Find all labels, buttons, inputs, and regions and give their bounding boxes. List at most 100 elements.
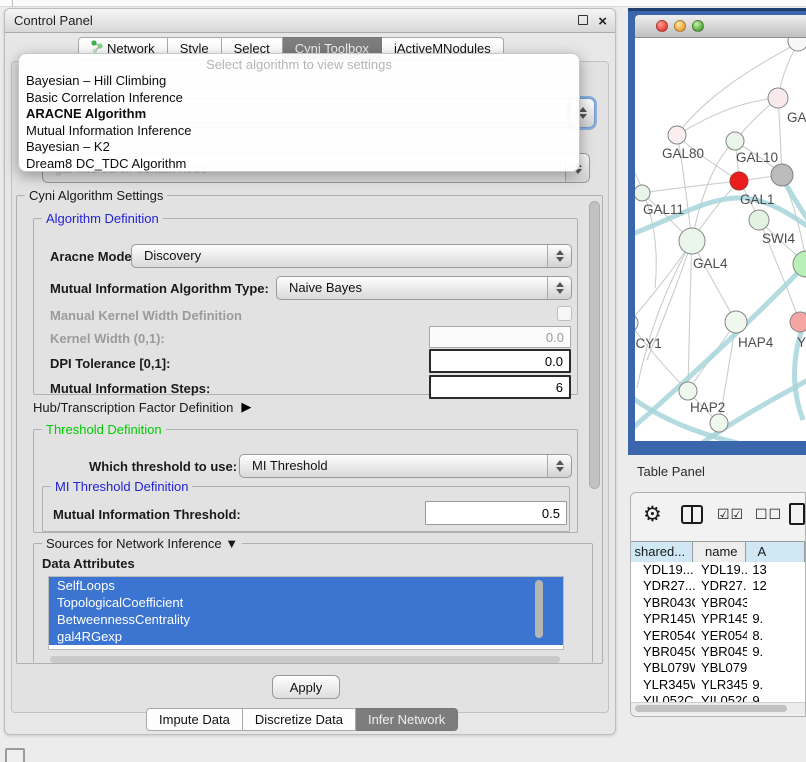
table-cell[interactable]: YBR043C xyxy=(631,595,695,611)
aracne-mode-combobox[interactable]: Discovery xyxy=(131,244,572,268)
table-panel-window: ⚙ ☑☑ ☐☐ shared...nameA YDL19...YDL19...1… xyxy=(630,492,806,717)
network-edge xyxy=(635,323,688,391)
table-cell[interactable]: YIL052C xyxy=(695,693,747,702)
attribute-item[interactable]: SelfLoops xyxy=(49,577,563,594)
table-cell[interactable]: YER054C xyxy=(695,628,747,644)
network-node-gal[interactable] xyxy=(768,88,788,108)
list-hscrollbar-thumb[interactable] xyxy=(50,656,560,663)
algorithm-option[interactable]: Basic Correlation Inference xyxy=(19,90,579,107)
network-node-gal10[interactable] xyxy=(726,132,744,150)
mi-steps-field[interactable] xyxy=(429,375,571,399)
network-node[interactable] xyxy=(771,164,793,186)
table-cell[interactable]: YBR045C xyxy=(695,644,747,660)
table-row[interactable]: YBR043CYBR043C xyxy=(631,595,805,611)
mi-threshold-label: Mutual Information Threshold: xyxy=(53,507,241,522)
table-cell[interactable]: YBL079W xyxy=(695,660,747,676)
table-cell[interactable]: YLR345W xyxy=(631,677,695,693)
table-cell[interactable]: 9 xyxy=(747,693,805,702)
table-row[interactable]: YBR045CYBR045C9. xyxy=(631,644,805,660)
algorithm-option[interactable]: Bayesian – K2 xyxy=(19,139,579,156)
manual-kernel-width-checkbox[interactable] xyxy=(557,306,572,321)
table-cell[interactable] xyxy=(747,595,805,611)
network-node-hap4[interactable] xyxy=(725,311,747,333)
table-cell[interactable]: YDR27... xyxy=(695,578,747,594)
bottom-tab-impute-data[interactable]: Impute Data xyxy=(146,708,243,731)
table-hscrollbar[interactable] xyxy=(631,702,805,714)
network-window-titlebar[interactable] xyxy=(635,15,806,38)
which-threshold-combobox[interactable]: MI Threshold xyxy=(239,454,572,478)
table-cell[interactable]: YBL079W xyxy=(631,660,695,676)
algorithm-option[interactable]: Bayesian – Hill Climbing xyxy=(19,73,579,90)
table-cell[interactable]: YBR045C xyxy=(631,644,695,660)
minimize-window-icon[interactable] xyxy=(674,20,686,32)
gear-icon[interactable]: ⚙ xyxy=(643,502,662,527)
table-cell[interactable]: 8. xyxy=(747,628,805,644)
table-row[interactable]: YER054CYER054C8. xyxy=(631,628,805,644)
table-cell[interactable]: 9. xyxy=(747,611,805,627)
network-node-gcy1[interactable] xyxy=(635,314,638,332)
table-cell[interactable]: YPR145W xyxy=(631,611,695,627)
zoom-window-icon[interactable] xyxy=(692,20,704,32)
table-cell[interactable]: 9. xyxy=(747,677,805,693)
dpi-tolerance-field[interactable] xyxy=(429,349,571,373)
network-node-swi4[interactable] xyxy=(749,210,769,230)
algorithm-option[interactable]: Dream8 DC_TDC Algorithm xyxy=(19,156,579,173)
table-cell[interactable]: 12 xyxy=(747,578,805,594)
bottom-tab-infer-network[interactable]: Infer Network xyxy=(356,708,458,731)
table-cell[interactable]: YLR345W xyxy=(695,677,747,693)
table-cell[interactable] xyxy=(747,660,805,676)
table-cell[interactable]: YBR043C xyxy=(695,595,747,611)
mini-panel-button[interactable] xyxy=(5,748,25,762)
checked-boxes-icon[interactable]: ☑☑ xyxy=(717,506,744,523)
network-node-gal80[interactable] xyxy=(668,126,686,144)
kernel-width-field[interactable] xyxy=(429,326,571,348)
network-node-gal11[interactable] xyxy=(635,185,650,201)
collapse-arrow-icon[interactable]: ▼ xyxy=(225,536,238,551)
table-hscrollbar-thumb[interactable] xyxy=(635,705,787,712)
table-row[interactable]: YDL19...YDL19...13 xyxy=(631,562,805,578)
table-cell[interactable]: YER054C xyxy=(631,628,695,644)
table-row[interactable]: YLR345WYLR345W9. xyxy=(631,677,805,693)
attribute-item[interactable]: TopologicalCoefficient xyxy=(49,594,563,611)
network-node[interactable] xyxy=(710,414,728,432)
table-cell[interactable]: YPR145W xyxy=(695,611,747,627)
table-cell[interactable]: 9. xyxy=(747,644,805,660)
table-cell[interactable]: YDR27... xyxy=(631,578,695,594)
mi-algorithm-type-label: Mutual Information Algorithm Type: xyxy=(50,281,269,296)
attribute-item[interactable]: BetweennessCentrality xyxy=(49,611,563,628)
close-icon[interactable]: × xyxy=(598,10,607,34)
unchecked-boxes-icon[interactable]: ☐☐ xyxy=(755,506,782,523)
column-header-name[interactable]: name xyxy=(693,542,745,563)
column-header-shared...[interactable]: shared... xyxy=(631,542,693,563)
table-row[interactable]: YPR145WYPR145W9. xyxy=(631,611,805,627)
table-row[interactable]: YIL052CYIL052C9 xyxy=(631,693,805,702)
bottom-tab-discretize-data[interactable]: Discretize Data xyxy=(243,708,356,731)
algorithm-option[interactable]: ARACNE Algorithm xyxy=(19,106,579,123)
apply-button[interactable]: Apply xyxy=(272,675,340,699)
columns-icon[interactable] xyxy=(681,505,703,524)
table-cell[interactable]: YDL19... xyxy=(631,562,695,578)
float-icon[interactable] xyxy=(578,15,588,25)
network-node-hap2[interactable] xyxy=(679,382,697,400)
algorithm-option[interactable]: Mutual Information Inference xyxy=(19,123,579,140)
table-cell[interactable]: YIL052C xyxy=(631,693,695,702)
table-cell[interactable]: YDL19... xyxy=(695,562,747,578)
close-window-icon[interactable] xyxy=(656,20,668,32)
mi-algorithm-type-combobox[interactable]: Naive Bayes xyxy=(276,276,572,300)
table-cell[interactable]: 13 xyxy=(747,562,805,578)
mi-threshold-field[interactable] xyxy=(425,501,567,525)
network-node-y[interactable] xyxy=(790,312,806,332)
hub-definition-expander[interactable]: Hub/Transcription Factor Definition ▶ xyxy=(33,399,251,415)
network-node-gal4[interactable] xyxy=(679,228,705,254)
attribute-item[interactable]: gal4RGexp xyxy=(49,628,563,645)
network-node-gal1[interactable] xyxy=(730,172,748,190)
network-node[interactable] xyxy=(788,38,806,51)
document-icon[interactable] xyxy=(789,503,805,525)
table-row[interactable]: YDR27...YDR27...12 xyxy=(631,578,805,594)
table-row[interactable]: YBL079WYBL079W xyxy=(631,660,805,676)
list-scrollbar-thumb[interactable] xyxy=(535,580,543,638)
data-attributes-list[interactable]: SelfLoopsTopologicalCoefficientBetweenne… xyxy=(48,576,564,650)
scrollbar-thumb[interactable] xyxy=(589,201,600,489)
network-canvas[interactable]: GALGAL80GAL10GAL1GAL11SWI4GAL4GCY1HAP4YH… xyxy=(635,38,806,441)
column-header-A[interactable]: A xyxy=(746,542,805,563)
